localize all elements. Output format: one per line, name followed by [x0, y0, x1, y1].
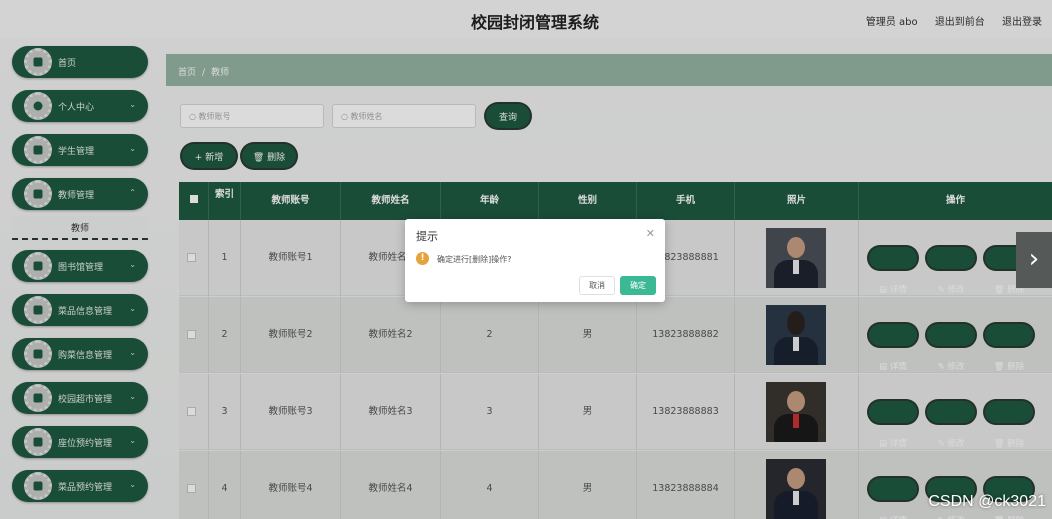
- confirm-button[interactable]: 确定: [620, 276, 656, 295]
- warning-icon: !: [416, 252, 429, 265]
- dialog-title: 提示: [416, 230, 438, 243]
- cancel-button[interactable]: 取消: [579, 276, 615, 295]
- chevron-right-icon[interactable]: ›: [1016, 232, 1052, 288]
- close-icon[interactable]: ✕: [646, 227, 655, 240]
- confirm-dialog: 提示 ✕ ! 确定进行[删除]操作? 取消 确定: [405, 219, 665, 302]
- dialog-message: 确定进行[删除]操作?: [437, 255, 512, 264]
- watermark: CSDN @ck3021: [928, 493, 1046, 510]
